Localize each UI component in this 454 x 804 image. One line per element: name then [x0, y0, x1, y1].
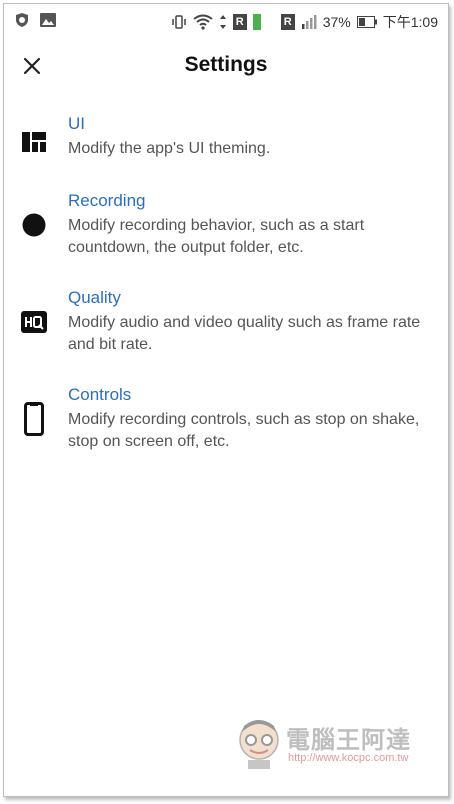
settings-item-description: Modify recording controls, such as stop …: [68, 411, 420, 450]
wifi-icon: [193, 14, 213, 30]
phone-icon: [20, 399, 48, 439]
shield-icon: [16, 13, 28, 27]
battery-icon: [356, 16, 377, 28]
signal-r-badge: R: [232, 14, 247, 30]
watermark-url: http://www.kocpc.com.tw: [288, 752, 409, 764]
settings-item-title: Controls: [68, 385, 132, 404]
settings-item-quality[interactable]: Quality Modify audio and video quality s…: [4, 288, 448, 358]
settings-item-description: Modify recording behavior, such as a sta…: [68, 217, 365, 256]
settings-item-ui[interactable]: UI Modify the app's UI theming.: [4, 114, 448, 174]
page-title: Settings: [184, 53, 268, 76]
settings-item-description: Modify the app's UI theming.: [68, 140, 271, 157]
settings-item-description: Modify audio and video quality such as f…: [68, 314, 421, 353]
signal-bars-icon: [301, 15, 317, 29]
mascot-icon: [239, 720, 279, 769]
vibrate-icon: [171, 15, 186, 29]
layout-dashboard-icon: [20, 128, 48, 156]
watermark-logo: 電腦王阿達 http://www.kocpc.com.tw: [236, 718, 426, 774]
status-left: [14, 12, 56, 28]
clock: 下午1:09: [382, 14, 438, 30]
settings-item-title: UI: [68, 114, 85, 133]
toolbar: Settings: [4, 38, 448, 94]
image-icon: [40, 13, 56, 27]
battery-percent: 37%: [322, 14, 351, 30]
signal-green-icon: [252, 14, 261, 30]
watermark-title: 電腦王阿達: [286, 727, 411, 754]
settings-item-title: Quality: [68, 288, 121, 307]
hq-icon: [20, 308, 48, 336]
settings-item-title: Recording: [68, 191, 146, 210]
record-dot-icon: [20, 211, 48, 239]
signal-r-badge-2: R: [280, 14, 295, 30]
data-arrows-icon: [219, 15, 226, 29]
app-screen: R R 37% 下午1:09 Settings UI Modify the ap…: [3, 3, 449, 797]
settings-item-recording[interactable]: Recording Modify recording behavior, suc…: [4, 191, 448, 261]
status-bar: R R 37% 下午1:09: [4, 4, 448, 38]
settings-item-controls[interactable]: Controls Modify recording controls, such…: [4, 385, 448, 455]
status-right: R R 37% 下午1:09: [171, 12, 438, 32]
